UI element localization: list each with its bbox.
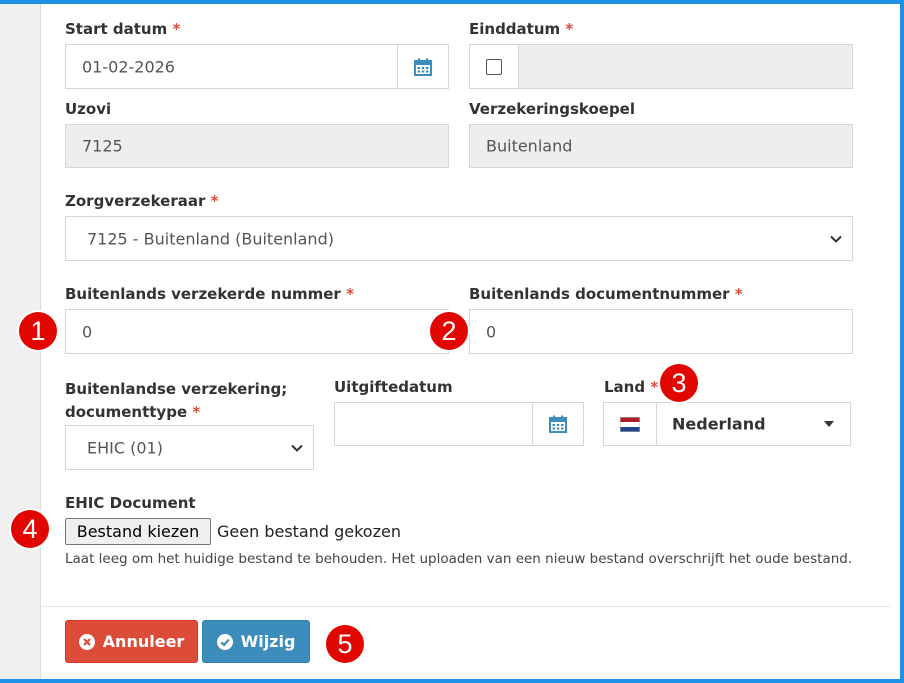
chevron-down-icon xyxy=(291,444,303,452)
country-label-text: Land xyxy=(604,378,646,396)
uzovi-value: 7125 xyxy=(82,136,123,156)
insurer-label: Zorgverzekeraar * xyxy=(65,192,218,210)
uzovi-label: Uzovi xyxy=(65,100,112,118)
document-type-label-line2: documenttype xyxy=(65,403,188,421)
required-mark: * xyxy=(346,285,354,303)
country-value: Nederland xyxy=(672,414,766,434)
start-date-input[interactable]: 01-02-2026 xyxy=(65,44,449,89)
start-date-label: Start datum * xyxy=(65,20,180,38)
start-date-label-text: Start datum xyxy=(65,20,168,38)
end-date-label-text: Einddatum xyxy=(469,20,561,38)
issue-date-label: Uitgiftedatum xyxy=(334,378,453,396)
country-select[interactable]: Nederland xyxy=(603,402,851,446)
required-mark: * xyxy=(210,192,219,210)
foreign-insured-number-label-text: Buitenlands verzekerde nummer xyxy=(65,285,341,303)
start-date-value: 01-02-2026 xyxy=(82,57,175,76)
issue-date-calendar-button[interactable] xyxy=(532,403,583,445)
uzovi-input: 7125 xyxy=(65,124,449,168)
choose-file-button[interactable]: Bestand kiezen xyxy=(65,518,211,545)
document-type-label: Buitenlandse verzekering; documenttype * xyxy=(65,378,287,424)
required-mark: * xyxy=(650,378,659,396)
foreign-insured-number-value: 0 xyxy=(82,322,93,341)
start-date-calendar-button[interactable] xyxy=(397,45,448,88)
foreign-insured-number-input[interactable]: 0 xyxy=(65,309,449,354)
foreign-document-number-label: Buitenlands documentnummer * xyxy=(469,285,743,303)
end-date-checkbox[interactable] xyxy=(486,59,502,75)
end-date-input xyxy=(518,44,853,89)
insurer-value: 7125 - Buitenland (Buitenland) xyxy=(87,229,334,248)
chevron-down-icon xyxy=(830,235,842,243)
cancel-button-label: Annuleer xyxy=(102,632,185,651)
check-circle-icon xyxy=(216,633,233,650)
foreign-insured-number-label: Buitenlands verzekerde nummer * xyxy=(65,285,354,303)
insurer-select[interactable]: 7125 - Buitenland (Buitenland) xyxy=(65,216,853,261)
file-status-text: Geen bestand gekozen xyxy=(217,522,401,541)
issue-date-input[interactable] xyxy=(334,402,584,446)
annotation-badge-4: 4 xyxy=(11,510,49,548)
file-help-text: Laat leeg om het huidige bestand te beho… xyxy=(65,551,853,567)
ehic-document-label: EHIC Document xyxy=(65,494,196,512)
annotation-badge-5: 5 xyxy=(326,625,364,663)
save-button-label: Wijzig xyxy=(240,632,296,651)
annotation-badge-2: 2 xyxy=(430,312,468,350)
times-circle-icon xyxy=(78,633,95,650)
annotation-badge-1: 1 xyxy=(19,312,57,350)
save-button[interactable]: Wijzig xyxy=(202,620,310,663)
country-label: Land * xyxy=(604,378,658,396)
country-flag-addon xyxy=(604,403,657,445)
umbrella-input: Buitenland xyxy=(469,124,853,168)
document-type-value: EHIC (01) xyxy=(87,438,163,457)
footer-separator xyxy=(41,606,890,607)
foreign-document-number-value: 0 xyxy=(486,322,497,341)
end-date-label: Einddatum * xyxy=(469,20,573,38)
insurer-label-text: Zorgverzekeraar xyxy=(65,192,206,210)
required-mark: * xyxy=(192,403,201,421)
end-date-checkbox-addon[interactable] xyxy=(469,44,519,89)
required-mark: * xyxy=(734,285,743,303)
document-type-select[interactable]: EHIC (01) xyxy=(65,425,314,470)
required-mark: * xyxy=(172,20,181,38)
document-type-label-line1: Buitenlandse verzekering; xyxy=(65,380,288,398)
annotation-badge-3: 3 xyxy=(660,364,698,402)
foreign-document-number-label-text: Buitenlands documentnummer xyxy=(469,285,730,303)
netherlands-flag-icon xyxy=(620,416,640,432)
foreign-document-number-input[interactable]: 0 xyxy=(469,309,853,354)
umbrella-value: Buitenland xyxy=(486,136,573,156)
cancel-button[interactable]: Annuleer xyxy=(65,620,198,663)
required-mark: * xyxy=(565,20,574,38)
calendar-icon xyxy=(414,58,432,76)
caret-down-icon xyxy=(824,421,834,427)
umbrella-label: Verzekeringskoepel xyxy=(469,100,635,118)
calendar-icon xyxy=(549,415,567,433)
